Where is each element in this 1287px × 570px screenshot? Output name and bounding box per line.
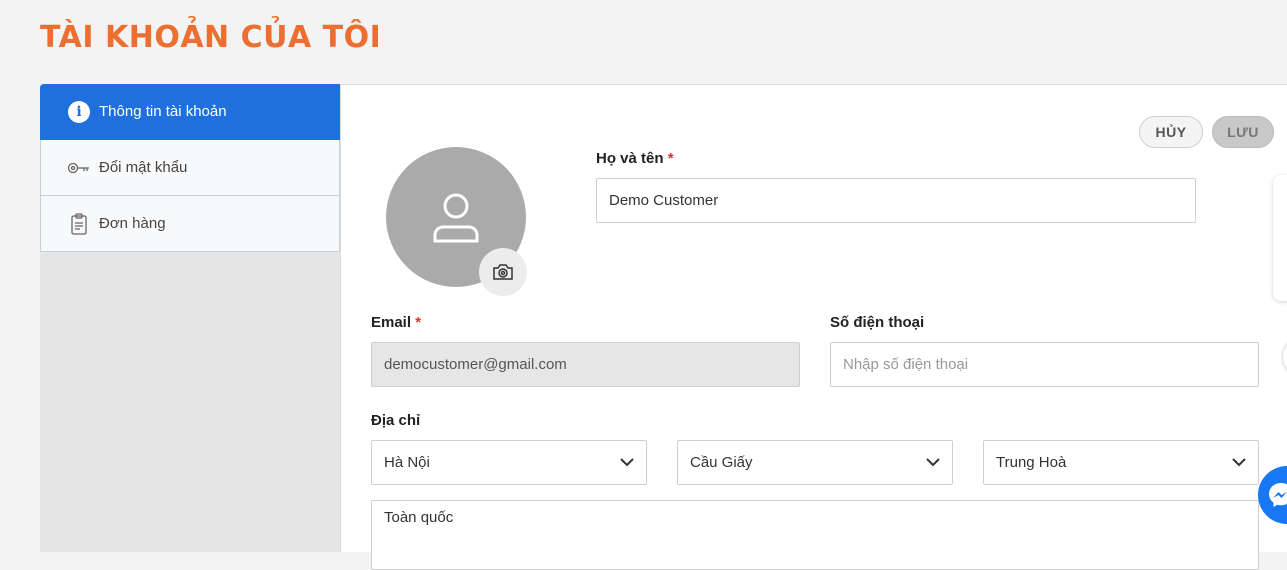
ward-select[interactable]: Trung Hoà xyxy=(983,440,1259,485)
ward-value: Trung Hoà xyxy=(996,454,1067,471)
district-select[interactable]: Cầu Giấy xyxy=(677,440,953,485)
chevron-down-icon xyxy=(1232,458,1246,467)
fullname-input[interactable]: Demo Customer xyxy=(596,178,1196,223)
phone-input[interactable]: Nhập số điện thoại xyxy=(830,342,1259,387)
sidebar-item-label: Đổi mật khẩu xyxy=(99,159,188,176)
info-icon: i xyxy=(67,100,91,124)
province-value: Hà Nội xyxy=(384,454,430,471)
sidebar-item-orders[interactable]: Đơn hàng xyxy=(40,196,340,252)
fullname-label: Họ và tên * xyxy=(596,150,674,167)
messenger-icon xyxy=(1269,483,1287,507)
change-avatar-button[interactable] xyxy=(479,248,527,296)
account-form-panel: HỦY LƯU Họ và tên * Demo Customer Email … xyxy=(340,84,1287,570)
cancel-button[interactable]: HỦY xyxy=(1139,116,1203,148)
required-mark: * xyxy=(415,314,422,331)
save-button[interactable]: LƯU xyxy=(1212,116,1274,148)
floating-side-panel[interactable] xyxy=(1273,175,1287,301)
sidebar-item-account-info[interactable]: i Thông tin tài khoản xyxy=(40,84,340,140)
user-icon xyxy=(433,193,479,243)
required-mark: * xyxy=(667,150,674,167)
address-detail-textarea[interactable]: Toàn quốc xyxy=(371,500,1259,570)
district-value: Cầu Giấy xyxy=(690,454,753,471)
page-title: TÀI KHOẢN CỦA TÔI xyxy=(40,20,382,55)
clipboard-icon xyxy=(67,212,91,236)
province-select[interactable]: Hà Nội xyxy=(371,440,647,485)
key-icon xyxy=(67,156,91,180)
chevron-down-icon xyxy=(926,458,940,467)
chevron-down-icon xyxy=(620,458,634,467)
email-label: Email * xyxy=(371,314,422,331)
sidebar-item-change-password[interactable]: Đổi mật khẩu xyxy=(40,140,340,196)
account-sidebar: i Thông tin tài khoản Đổi mật khẩu Đơn h… xyxy=(40,84,340,552)
sidebar-item-label: Thông tin tài khoản xyxy=(99,103,227,120)
address-label: Địa chỉ xyxy=(371,412,421,429)
camera-icon xyxy=(493,264,513,280)
email-field: democustomer@gmail.com xyxy=(371,342,800,387)
sidebar-item-label: Đơn hàng xyxy=(99,215,166,232)
phone-label: Số điện thoại xyxy=(830,314,925,331)
